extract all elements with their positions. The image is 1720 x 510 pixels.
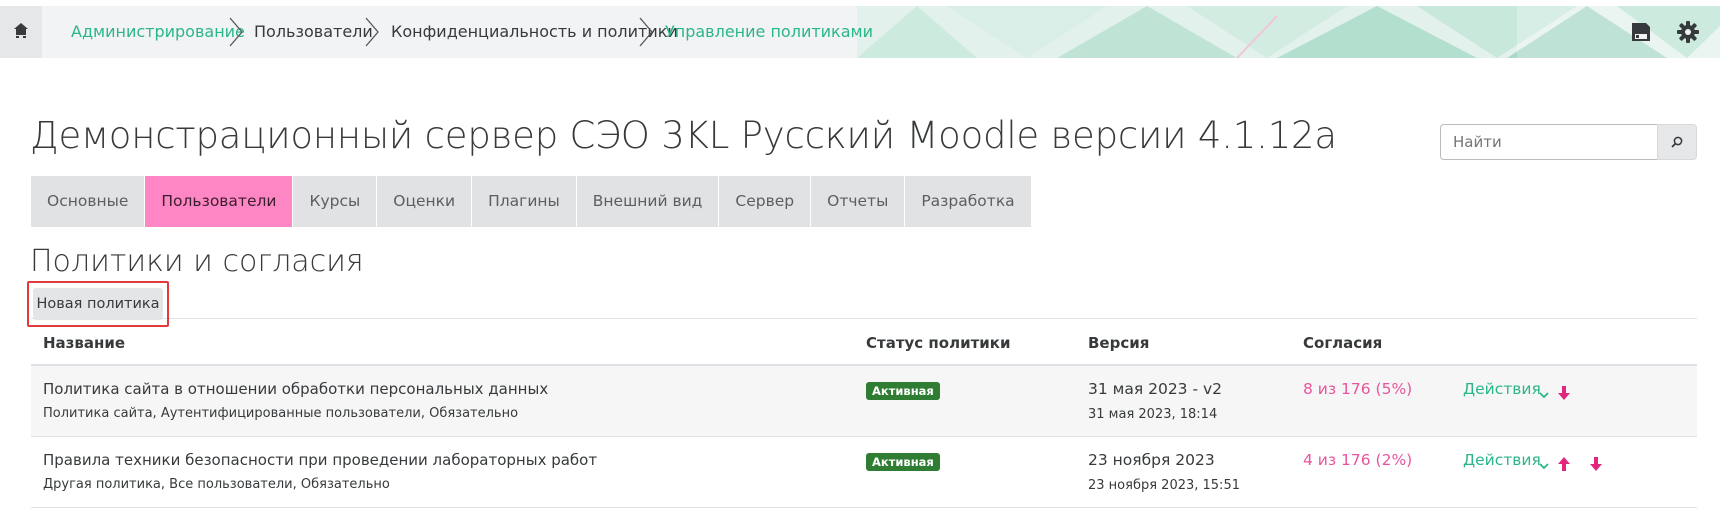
search-input[interactable] (1440, 124, 1658, 160)
column-header-consents: Согласия (1303, 334, 1383, 352)
admin-tabs: Основные Пользователи Курсы Оценки Плаги… (31, 176, 1032, 227)
search-icon (1671, 133, 1683, 152)
table-row: Политика сайта в отношении обработки пер… (31, 366, 1697, 437)
new-policy-button[interactable]: Новая политика (33, 288, 163, 320)
consents-link[interactable]: 8 из 176 (5%) (1303, 380, 1412, 398)
gear-icon[interactable] (1676, 20, 1700, 44)
save-icon[interactable] (1629, 20, 1653, 44)
search-button[interactable] (1657, 124, 1697, 160)
tab-general[interactable]: Основные (31, 176, 146, 227)
tab-grades[interactable]: Оценки (377, 176, 473, 227)
tab-courses[interactable]: Курсы (293, 176, 378, 227)
policy-details: Другая политика, Все пользователи, Обяза… (43, 477, 390, 492)
breadcrumb-users[interactable]: Пользователи (254, 6, 373, 58)
tab-plugins[interactable]: Плагины (472, 176, 577, 227)
breadcrumb-separator-icon (639, 17, 653, 47)
chevron-down-icon (1539, 463, 1549, 470)
chevron-down-icon (1539, 392, 1549, 399)
breadcrumb-separator-icon (229, 17, 243, 47)
tab-users[interactable]: Пользователи (145, 176, 294, 227)
tab-development[interactable]: Разработка (905, 176, 1032, 227)
column-header-version: Версия (1088, 334, 1150, 352)
home-icon (14, 22, 28, 42)
navbar-decoration (857, 6, 1720, 58)
section-title: Политики и согласия (30, 244, 364, 279)
policy-details: Политика сайта, Аутентифицированные поль… (43, 406, 519, 421)
policy-version[interactable]: 23 ноября 2023 (1088, 451, 1215, 469)
breadcrumb-manage-policies[interactable]: Управление политиками (665, 6, 873, 58)
arrow-down-icon[interactable] (1557, 385, 1571, 401)
policy-version-date: 31 мая 2023, 18:14 (1088, 407, 1218, 422)
breadcrumb-separator-icon (365, 17, 379, 47)
policies-table: Название Статус политики Версия Согласия… (31, 318, 1697, 508)
site-title: Демонстрационный сервер СЭО 3KL Русский … (30, 114, 1337, 157)
status-badge: Активная (866, 382, 940, 400)
policy-name[interactable]: Политика сайта в отношении обработки пер… (43, 380, 548, 398)
table-row: Правила техники безопасности при проведе… (31, 437, 1697, 508)
navbar: Администрирование Пользователи Конфиденц… (0, 6, 1720, 58)
breadcrumb-administration[interactable]: Администрирование (71, 6, 245, 58)
actions-menu[interactable]: Действия (1463, 451, 1541, 469)
policy-version-date: 23 ноября 2023, 15:51 (1088, 478, 1240, 493)
policy-name[interactable]: Правила техники безопасности при проведе… (43, 451, 597, 469)
arrow-down-icon[interactable] (1589, 456, 1603, 472)
tab-appearance[interactable]: Внешний вид (576, 176, 720, 227)
table-header: Название Статус политики Версия Согласия (31, 318, 1697, 366)
tab-reports[interactable]: Отчеты (811, 176, 906, 227)
new-policy-highlight: Новая политика (27, 281, 169, 327)
column-header-status: Статус политики (866, 334, 1011, 352)
breadcrumb-privacy[interactable]: Конфиденциальность и политики (391, 6, 678, 58)
status-badge: Активная (866, 453, 940, 471)
policy-version[interactable]: 31 мая 2023 - v2 (1088, 380, 1222, 398)
tab-server[interactable]: Сервер (719, 176, 812, 227)
home-button[interactable] (0, 6, 42, 58)
consents-link[interactable]: 4 из 176 (2%) (1303, 451, 1412, 469)
arrow-up-icon[interactable] (1557, 456, 1571, 472)
actions-menu[interactable]: Действия (1463, 380, 1541, 398)
